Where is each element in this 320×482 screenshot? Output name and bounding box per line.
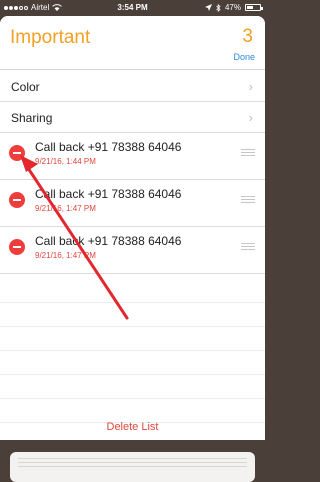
- reorder-handle-icon[interactable]: [241, 243, 255, 250]
- reminder-date: 9/21/16, 1:44 PM: [35, 157, 96, 166]
- reminder-row[interactable]: Call back +91 78388 64046 9/21/16, 1:47 …: [0, 227, 265, 274]
- list-sheet: Important 3 Done Color › Sharing › Call …: [0, 16, 265, 440]
- sharing-option-row[interactable]: Sharing ›: [0, 102, 265, 133]
- delete-list-button[interactable]: Delete List: [0, 421, 265, 433]
- chevron-right-icon: ›: [248, 79, 253, 94]
- reminder-date: 9/21/16, 1:47 PM: [35, 251, 96, 260]
- reminder-title: Call back +91 78388 64046: [35, 187, 182, 201]
- reminder-title: Call back +91 78388 64046: [35, 140, 182, 154]
- done-button[interactable]: Done: [233, 52, 255, 62]
- reminder-date: 9/21/16, 1:47 PM: [35, 204, 96, 213]
- list-header: Important 3 Done: [0, 16, 265, 70]
- delete-reminder-icon[interactable]: [9, 192, 25, 208]
- reorder-handle-icon[interactable]: [241, 149, 255, 156]
- chevron-right-icon: ›: [248, 110, 253, 125]
- list-title: Important: [10, 27, 91, 48]
- location-icon: [204, 4, 212, 11]
- reminder-row[interactable]: Call back +91 78388 64046 9/21/16, 1:47 …: [0, 180, 265, 227]
- delete-reminder-icon[interactable]: [9, 239, 25, 255]
- reorder-handle-icon[interactable]: [241, 196, 255, 203]
- sharing-option-label: Sharing: [11, 111, 53, 125]
- status-bar: Airtel 3:54 PM 47%: [0, 0, 265, 16]
- next-list-card[interactable]: [10, 452, 255, 482]
- battery-percent: 47%: [224, 3, 241, 12]
- color-option-label: Color: [11, 80, 40, 94]
- reminder-row[interactable]: Call back +91 78388 64046 9/21/16, 1:44 …: [0, 133, 265, 180]
- bluetooth-icon: [216, 3, 221, 12]
- color-option-row[interactable]: Color ›: [0, 71, 265, 102]
- reminder-title: Call back +91 78388 64046: [35, 234, 182, 248]
- delete-reminder-icon[interactable]: [9, 145, 25, 161]
- reminder-count: 3: [242, 26, 253, 47]
- battery-icon: [245, 4, 263, 11]
